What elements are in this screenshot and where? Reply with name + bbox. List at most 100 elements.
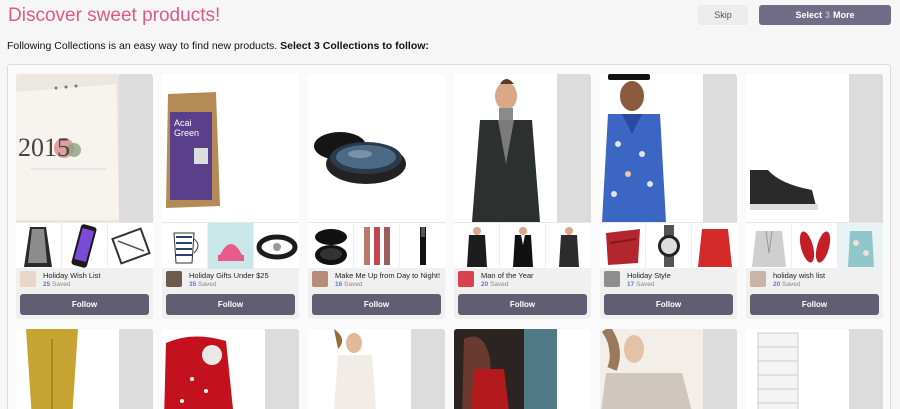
collection-cover-side — [411, 329, 445, 409]
product-thumb[interactable] — [108, 223, 153, 269]
collection-card: 2015 Holiday Wish List 25 Saved Follow — [16, 74, 153, 319]
collection-card: Man of the Year 20 Saved Follow — [454, 74, 591, 319]
avatar[interactable] — [604, 271, 620, 287]
drawer-unit-image — [746, 329, 849, 409]
product-thumb[interactable] — [454, 223, 500, 269]
collection-meta: Holiday Style 17 Saved — [600, 268, 737, 292]
product-thumb[interactable] — [546, 223, 591, 269]
collection-cover-side — [703, 74, 737, 222]
collection-cover-image[interactable] — [746, 74, 849, 222]
collection-cover-image[interactable] — [308, 329, 411, 409]
collection-card — [600, 329, 737, 409]
collection-cover-image[interactable] — [746, 329, 849, 409]
collection-thumbs — [308, 222, 445, 269]
collection-card: Acai Green Holiday Gifts Under $25 35 Sa… — [162, 74, 299, 319]
page-title: Discover sweet products! — [8, 5, 221, 26]
product-thumb[interactable] — [208, 223, 254, 269]
collection-card — [16, 329, 153, 409]
saved-label: Saved — [636, 281, 655, 288]
collection-cover-image[interactable] — [162, 329, 265, 409]
product-thumb[interactable] — [838, 223, 883, 269]
saved-number: 35 — [189, 281, 197, 288]
product-thumb[interactable] — [600, 223, 646, 269]
woman-fur-coat-image — [600, 329, 703, 409]
collection-thumbs — [746, 222, 883, 269]
product-thumb[interactable] — [400, 223, 445, 269]
follow-button[interactable]: Follow — [20, 294, 149, 315]
product-thumb[interactable] — [308, 223, 354, 269]
collection-name[interactable]: Man of the Year — [481, 271, 534, 280]
product-thumb[interactable] — [792, 223, 838, 269]
product-thumb[interactable] — [354, 223, 400, 269]
collection-thumbs — [600, 222, 737, 269]
follow-button[interactable]: Follow — [458, 294, 587, 315]
man-blazer-image — [454, 74, 557, 222]
instructions-bold: Select 3 Collections to follow: — [280, 40, 429, 52]
product-thumb[interactable] — [162, 223, 208, 269]
tea-pouch-image: Acai Green — [162, 74, 265, 222]
product-thumb[interactable] — [254, 223, 299, 269]
follow-button[interactable]: Follow — [312, 294, 441, 315]
product-thumb[interactable] — [16, 223, 62, 269]
collection-cover-side — [119, 329, 153, 409]
collection-card — [454, 329, 591, 409]
collection-cover-side — [265, 329, 299, 409]
instructions: Following Collections is an easy way to … — [7, 40, 429, 52]
collection-saved-count: 35 Saved — [189, 281, 216, 288]
collection-cover-image[interactable]: Acai Green — [162, 74, 265, 222]
select-more-suffix: More — [833, 10, 855, 20]
red-sequin-bag-image — [162, 329, 265, 409]
collection-name[interactable]: Holiday Style — [627, 271, 671, 280]
product-thumb[interactable] — [692, 223, 737, 269]
calendar-image: 2015 — [16, 74, 119, 222]
avatar[interactable] — [750, 271, 766, 287]
follow-button[interactable]: Follow — [166, 294, 295, 315]
follow-button[interactable]: Follow — [604, 294, 733, 315]
collection-saved-count: 25 Saved — [43, 281, 70, 288]
product-thumb[interactable] — [646, 223, 692, 269]
product-thumb[interactable] — [62, 223, 108, 269]
collection-meta: holiday wish list 20 Saved — [746, 268, 883, 292]
follow-button[interactable]: Follow — [750, 294, 879, 315]
woman-white-top-image — [308, 329, 411, 409]
tea-label-text-1: Acai — [174, 118, 192, 128]
collection-name[interactable]: Holiday Wish List — [43, 271, 101, 280]
collection-cover-side — [703, 329, 737, 409]
product-thumb[interactable] — [746, 223, 792, 269]
collection-name[interactable]: Holiday Gifts Under $25 — [189, 271, 269, 280]
collection-cover-image[interactable] — [16, 329, 119, 409]
collection-cover-image[interactable] — [308, 74, 445, 222]
collection-thumbs — [16, 222, 153, 269]
product-thumb[interactable] — [500, 223, 546, 269]
calendar-year-text: 2015 — [18, 133, 70, 162]
collection-name[interactable]: holiday wish list — [773, 271, 825, 280]
collection-name[interactable]: Make Me Up from Day to Night! — [335, 271, 440, 280]
saved-number: 17 — [627, 281, 635, 288]
collection-cover-image[interactable]: 2015 — [16, 74, 119, 222]
saved-number: 20 — [481, 281, 489, 288]
skip-button[interactable]: Skip — [698, 5, 748, 25]
collection-cover-side — [557, 329, 591, 409]
collection-card — [746, 329, 883, 409]
mustard-pants-image — [16, 329, 119, 409]
avatar[interactable] — [458, 271, 474, 287]
collection-cover-image[interactable] — [600, 329, 703, 409]
collection-card: Holiday Style 17 Saved Follow — [600, 74, 737, 319]
collection-saved-count: 16 Saved — [335, 281, 362, 288]
saved-label: Saved — [782, 281, 801, 288]
collections-grid: 2015 Holiday Wish List 25 Saved Follow A… — [7, 64, 891, 409]
collection-card: Make Me Up from Day to Night! 16 Saved F… — [308, 74, 445, 319]
select-more-button[interactable]: Select 3 More — [759, 5, 891, 25]
collection-card — [308, 329, 445, 409]
collection-thumbs — [454, 222, 591, 269]
select-more-count: 3 — [825, 10, 831, 20]
collection-cover-side — [119, 74, 153, 222]
avatar[interactable] — [166, 271, 182, 287]
collection-cover-image[interactable] — [454, 329, 557, 409]
collection-card: holiday wish list 20 Saved Follow — [746, 74, 883, 319]
collection-cover-image[interactable] — [600, 74, 703, 222]
saved-label: Saved — [198, 281, 217, 288]
avatar[interactable] — [312, 271, 328, 287]
collection-cover-image[interactable] — [454, 74, 557, 222]
avatar[interactable] — [20, 271, 36, 287]
